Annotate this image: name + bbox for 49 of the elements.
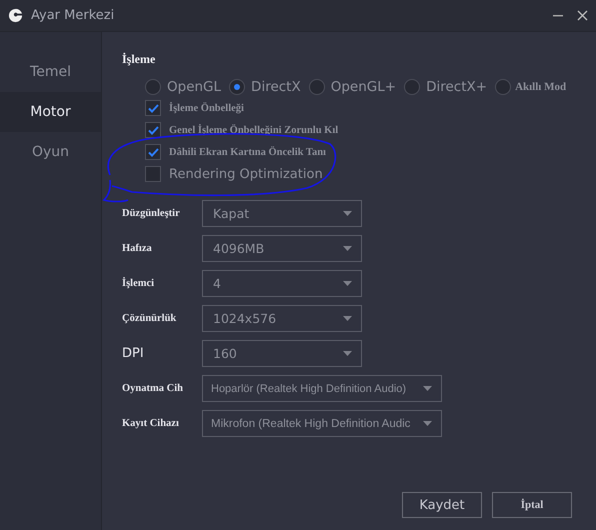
dropdown[interactable]: Hoparlör (Realtek High Definition Audio) [202, 375, 442, 402]
dropdown[interactable]: 4 [202, 270, 362, 297]
dropdown[interactable]: 4096MB [202, 235, 362, 262]
dialog-button[interactable]: İptal [492, 492, 572, 518]
caret-icon [343, 351, 352, 356]
caret-icon [343, 211, 352, 216]
radio-button[interactable] [308, 79, 325, 95]
checkbox-label[interactable]: İşleme Önbelleği [169, 102, 244, 114]
radio-label[interactable]: OpenGL+ [330, 79, 396, 95]
setting-label: DPI [122, 346, 145, 361]
radio-label[interactable]: OpenGL [167, 79, 222, 95]
setting-label: Hafıza [122, 243, 153, 254]
section-title: İşleme [122, 52, 156, 67]
dialog-button[interactable]: Kaydet [402, 492, 482, 518]
radio-button[interactable] [404, 79, 420, 95]
setting-label: Kayıt Cihazı [122, 418, 180, 429]
radio-label[interactable]: DirectX [251, 79, 301, 95]
dropdown[interactable]: Mikrofon (Realtek High Definition Audic [202, 410, 442, 437]
setting-label: Düzgünleştir [122, 208, 181, 219]
checkbox[interactable] [145, 100, 161, 116]
close-icon[interactable] [577, 10, 588, 21]
dropdown[interactable]: 1024x576 [202, 305, 362, 332]
checkbox[interactable] [145, 144, 161, 160]
caret-icon [423, 386, 432, 391]
checkbox-label[interactable]: Dâhili Ekran Kartına Öncelik Tanı [169, 146, 326, 158]
checkbox[interactable] [145, 122, 161, 138]
radio-button[interactable] [145, 79, 161, 95]
caret-icon [343, 316, 352, 321]
radio-label[interactable]: Akıllı Mod [515, 81, 566, 93]
checkbox-label[interactable]: Rendering Optimization [169, 166, 323, 182]
radio-label[interactable]: DirectX+ [426, 79, 488, 95]
checkbox[interactable] [145, 166, 161, 182]
minimize-icon[interactable] [553, 14, 563, 16]
caret-icon [423, 421, 432, 426]
setting-label: İşlemci [122, 278, 156, 289]
setting-label: Oynatma Cih [122, 383, 184, 394]
caret-icon [343, 281, 352, 286]
dropdown[interactable]: 160 [202, 340, 362, 367]
sidebar-tab[interactable]: Motor [0, 92, 101, 132]
sidebar-tab[interactable]: Temel [0, 52, 101, 92]
radio-button[interactable] [495, 79, 512, 95]
window-title: Ayar Merkezi [31, 8, 114, 23]
dropdown[interactable]: Kapat [202, 200, 362, 227]
radio-button[interactable] [229, 79, 246, 95]
caret-icon [343, 246, 352, 251]
logo-icon [8, 8, 23, 23]
setting-label: Çözünürlük [122, 313, 178, 324]
checkbox-label[interactable]: Genel İşleme Önbelleğini Zorunlu Kıl [169, 124, 338, 136]
sidebar-tab[interactable]: Oyun [0, 132, 101, 172]
